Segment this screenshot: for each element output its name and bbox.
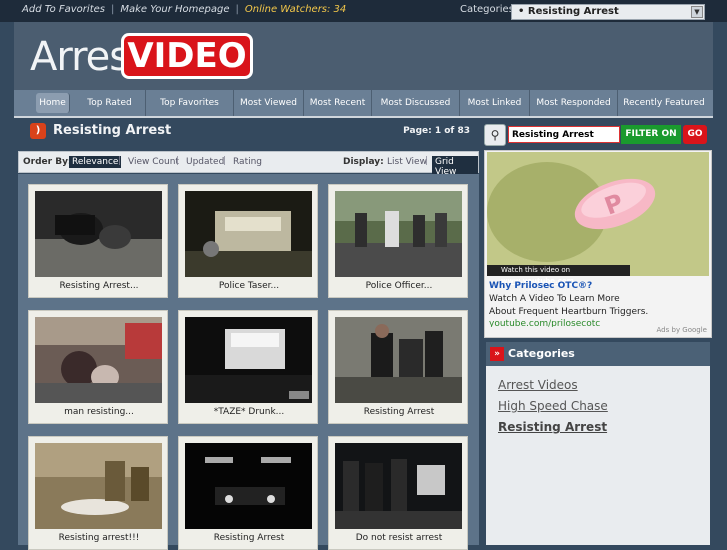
video-title[interactable]: Resisting Arrest: [329, 407, 469, 417]
nav-top-rated[interactable]: Top Rated: [74, 90, 146, 116]
video-title[interactable]: *TAZE* Drunk...: [179, 407, 319, 417]
ad-line-2: About Frequent Heartburn Triggers.: [489, 307, 649, 317]
nav-recently-featured[interactable]: Recently Featured: [618, 90, 710, 116]
video-thumbnail[interactable]: [185, 443, 312, 529]
order-view-count[interactable]: View Count: [125, 156, 182, 168]
nav-top-favorites[interactable]: Top Favorites: [146, 90, 234, 116]
ad-url[interactable]: youtube.com/prilosecotc: [489, 319, 600, 327]
double-chevron-right-icon: »: [490, 347, 504, 361]
page-title-bar: ) Resisting Arrest Page: 1 of 83: [26, 120, 478, 142]
nav-most-responded[interactable]: Most Responded: [530, 90, 618, 116]
video-thumbnail[interactable]: [185, 317, 312, 403]
nav-most-viewed[interactable]: Most Viewed: [234, 90, 304, 116]
order-updated[interactable]: Updated: [183, 156, 227, 168]
video-thumbnail[interactable]: [35, 191, 162, 277]
video-card[interactable]: Resisting Arrest: [178, 436, 318, 550]
top-links: Add To Favorites | Make Your Homepage | Onli…: [22, 4, 347, 15]
video-thumbnail[interactable]: [35, 317, 162, 403]
ad-line-1: Watch A Video To Learn More: [489, 294, 620, 304]
video-title[interactable]: Resisting Arrest: [179, 533, 319, 543]
video-thumbnail[interactable]: [185, 191, 312, 277]
categories-select-value: • Resisting Arrest: [518, 6, 619, 17]
video-card[interactable]: *TAZE* Drunk...: [178, 310, 318, 424]
video-thumbnail[interactable]: [335, 317, 462, 403]
category-resisting-arrest[interactable]: Resisting Arrest: [498, 420, 608, 434]
search-bar: ⚲ FILTER ON GO: [484, 124, 712, 146]
categories-panel: » Categories Arrest Videos High Speed Ch…: [486, 342, 710, 545]
main-nav: Home Top Rated Top Favorites Most Viewed…: [14, 90, 713, 118]
ad-watch-bar[interactable]: Watch this video on www.youtube.com: [487, 265, 630, 285]
search-input[interactable]: [508, 126, 620, 143]
video-title[interactable]: man resisting...: [29, 407, 169, 417]
categories-header: » Categories: [486, 342, 710, 366]
order-by-label: Order By:: [23, 157, 72, 167]
video-card[interactable]: Resisting arrest!!!: [28, 436, 168, 550]
display-list-view[interactable]: List View: [384, 156, 430, 168]
nav-home[interactable]: Home: [36, 93, 70, 113]
video-title[interactable]: Police Officer...: [329, 281, 469, 291]
nav-most-discussed[interactable]: Most Discussed: [372, 90, 460, 116]
add-to-favorites-link[interactable]: Add To Favorites: [22, 4, 105, 15]
page-info: Page: 1 of 83: [403, 126, 470, 136]
video-thumbnail[interactable]: [35, 443, 162, 529]
video-thumbnail[interactable]: [335, 443, 462, 529]
ads-by-google[interactable]: Ads by Google: [657, 326, 707, 334]
video-thumbnail[interactable]: [335, 191, 462, 277]
video-card[interactable]: Resisting Arrest...: [28, 184, 168, 298]
categories-list: Arrest Videos High Speed Chase Resisting…: [498, 378, 608, 441]
video-card[interactable]: Resisting Arrest: [328, 310, 468, 424]
make-homepage-link[interactable]: Make Your Homepage: [120, 4, 229, 15]
nav-most-recent[interactable]: Most Recent: [304, 90, 372, 116]
display-label: Display:: [343, 157, 384, 167]
video-card[interactable]: Police Officer...: [328, 184, 468, 298]
chevron-down-icon[interactable]: ▼: [691, 6, 703, 18]
categories-select[interactable]: • Resisting Arrest ▼: [511, 4, 705, 20]
order-rating[interactable]: Rating: [230, 156, 265, 168]
category-high-speed-chase[interactable]: High Speed Chase: [498, 399, 608, 413]
online-watchers: Online Watchers: 34: [244, 4, 347, 15]
video-card[interactable]: man resisting...: [28, 310, 168, 424]
rss-icon[interactable]: ): [30, 123, 46, 139]
order-bar: Order By: Relevance | View Count | Updat…: [18, 151, 479, 178]
logo-video-text: VIDEO: [121, 33, 253, 79]
header: Arrest VIDEO: [14, 22, 713, 90]
go-button[interactable]: GO: [683, 125, 707, 144]
ad-video[interactable]: P: [487, 152, 709, 276]
video-title[interactable]: Resisting arrest!!!: [29, 533, 169, 543]
video-title[interactable]: Police Taser...: [179, 281, 319, 291]
video-grid: Resisting Arrest... Police Taser... Poli…: [18, 174, 479, 550]
nav-most-linked[interactable]: Most Linked: [460, 90, 530, 116]
page-title: Resisting Arrest: [53, 123, 172, 138]
filter-on-button[interactable]: FILTER ON: [621, 125, 681, 144]
ad-watch-text: Watch this video on: [501, 266, 571, 274]
video-card[interactable]: Do not resist arrest: [328, 436, 468, 550]
order-relevance[interactable]: Relevance: [69, 156, 122, 168]
video-card[interactable]: Police Taser...: [178, 184, 318, 298]
ad-headline[interactable]: Why Prilosec OTC®?: [489, 281, 592, 291]
ad-panel: P Watch this video on www.youtube.com Wh…: [484, 150, 712, 338]
video-title[interactable]: Do not resist arrest: [329, 533, 469, 543]
top-bar: Add To Favorites | Make Your Homepage | Onli…: [0, 0, 727, 22]
categories-label: Categories: [460, 4, 514, 15]
categories-title: Categories: [508, 347, 575, 360]
video-title[interactable]: Resisting Arrest...: [29, 281, 169, 291]
category-arrest-videos[interactable]: Arrest Videos: [498, 378, 608, 392]
search-icon[interactable]: ⚲: [484, 124, 506, 146]
